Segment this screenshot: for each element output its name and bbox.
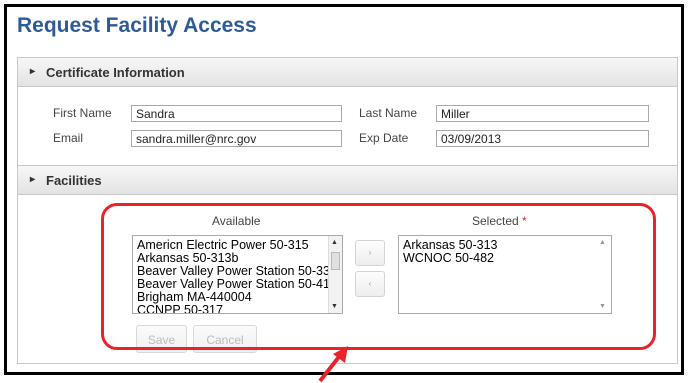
last-name-field[interactable]: Miller [436,105,649,122]
certificate-section-label: Certificate Information [46,65,185,80]
first-name-field[interactable]: Sandra [131,105,342,122]
expand-arrow-icon: ▸ [30,66,36,77]
facilities-section-header[interactable]: ▸ Facilities [17,165,678,195]
page-title: Request Facility Access [17,14,257,37]
expand-arrow-icon: ▸ [30,174,36,185]
facilities-section-label: Facilities [46,173,102,188]
email-field[interactable]: sandra.miller@nrc.gov [131,130,342,147]
exp-date-field[interactable]: 03/09/2013 [436,130,649,147]
highlight-annotation [101,203,656,350]
exp-date-label: Exp Date [359,131,409,145]
last-name-label: Last Name [359,106,418,120]
annotation-arrow-icon [318,346,348,383]
first-name-label: First Name [53,106,112,120]
certificate-section-header[interactable]: ▸ Certificate Information [17,57,678,87]
certificate-panel [17,86,678,166]
email-label: Email [53,131,84,145]
